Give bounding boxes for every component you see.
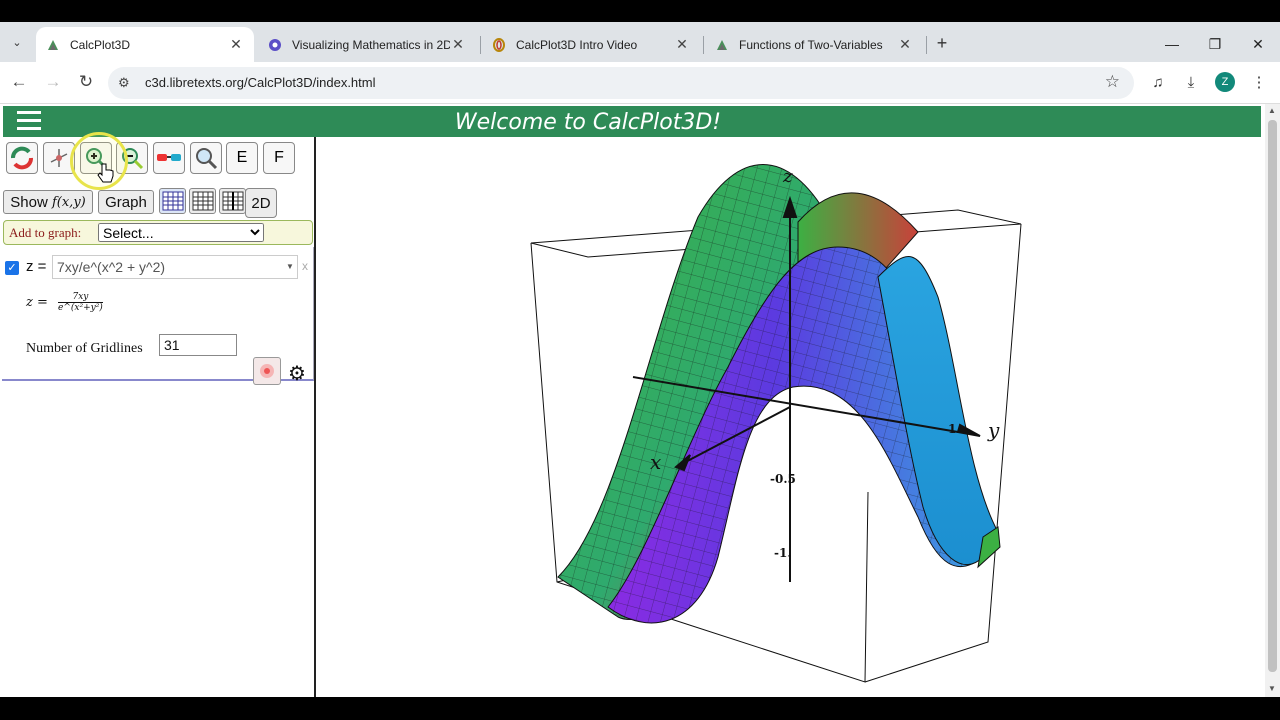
grid-axes-icon bbox=[222, 191, 243, 211]
reset-icon bbox=[11, 146, 33, 170]
tab-calcplot3d-intro-video[interactable]: CalcPlot3D Intro Video ✕ bbox=[482, 27, 700, 62]
hand-cursor-icon bbox=[97, 163, 114, 183]
profile-avatar[interactable]: Z bbox=[1215, 72, 1235, 92]
page-scrollbar[interactable]: ▲ ▼ bbox=[1265, 104, 1280, 697]
bottom-letterbox bbox=[0, 697, 1280, 720]
add-to-graph-select[interactable]: Select... bbox=[98, 223, 264, 242]
add-to-graph-label: Add to graph: bbox=[9, 225, 82, 240]
tab-title: Visualizing Mathematics in 2D & bbox=[292, 37, 450, 52]
page-content: Welcome to CalcPlot3D! E F Show f(x,y) G… bbox=[0, 104, 1280, 697]
menu-kebab-icon[interactable]: ⋮ bbox=[1248, 72, 1270, 94]
3d-glasses-icon bbox=[157, 154, 181, 161]
table-view-button[interactable] bbox=[159, 188, 186, 214]
tab-strip: ⌄ CalcPlot3D ✕ Visualizing Mathematics i… bbox=[0, 22, 1280, 62]
url-text: c3d.libretexts.org/CalcPlot3D/index.html bbox=[145, 75, 376, 90]
calcplot-icon bbox=[46, 38, 60, 52]
media-controls-icon[interactable]: ♫ bbox=[1147, 72, 1169, 94]
browser-toolbar: ← → ↻ ⚙ c3d.libretexts.org/CalcPlot3D/in… bbox=[0, 62, 1280, 104]
z-tick-label: -0.5 bbox=[770, 472, 796, 486]
grid-button[interactable] bbox=[189, 188, 216, 214]
forward-icon[interactable]: → bbox=[42, 71, 64, 93]
address-bar[interactable]: ⚙ c3d.libretexts.org/CalcPlot3D/index.ht… bbox=[108, 67, 1134, 99]
control-panel: E F Show f(x,y) Graph 2D Add to graph: S… bbox=[0, 137, 316, 697]
page-title: Welcome to CalcPlot3D! bbox=[454, 110, 722, 135]
function-expression-input[interactable]: 7xy/e^(x^2 + y^2) bbox=[52, 255, 298, 279]
rendered-numerator: 7xy bbox=[58, 292, 103, 303]
color-palette-icon bbox=[260, 364, 274, 378]
calcplot-icon bbox=[715, 38, 729, 52]
tab-title: CalcPlot3D bbox=[70, 37, 131, 52]
surface-plot: z y x 1 -0.5 -1. bbox=[530, 164, 1022, 683]
z-tick-label: -1. bbox=[774, 546, 792, 560]
close-tab-icon[interactable]: ✕ bbox=[228, 36, 244, 53]
tab-visualizing-mathematics[interactable]: Visualizing Mathematics in 2D & ✕ bbox=[258, 27, 476, 62]
function-enabled-checkbox[interactable]: ✓ bbox=[5, 261, 19, 275]
minimize-icon[interactable]: — bbox=[1162, 34, 1182, 54]
new-tab-button[interactable]: + bbox=[932, 34, 952, 54]
restore-icon[interactable]: ❐ bbox=[1205, 34, 1225, 54]
rendered-lhs: z = bbox=[26, 295, 48, 310]
rendered-denominator: e^(x²+y²) bbox=[58, 303, 103, 313]
3d-glasses-button[interactable] bbox=[153, 142, 185, 174]
graph-viewport[interactable]: z y x 1 -0.5 -1. bbox=[318, 137, 1263, 697]
rendered-formula: z = 7xy e^(x²+y²) bbox=[26, 292, 103, 313]
opera-icon bbox=[492, 37, 506, 52]
close-window-icon[interactable]: ✕ bbox=[1248, 34, 1268, 54]
grid-axes-button[interactable] bbox=[219, 188, 246, 214]
tab-separator bbox=[480, 36, 481, 54]
z-axis-label: z bbox=[782, 166, 793, 187]
browser-window: ⌄ CalcPlot3D ✕ Visualizing Mathematics i… bbox=[0, 0, 1280, 720]
x-axis-label: x bbox=[650, 450, 661, 474]
fxy-symbol: f(x,y) bbox=[51, 194, 86, 210]
gear-icon[interactable]: ⚙ bbox=[288, 361, 306, 386]
close-tab-icon[interactable]: ✕ bbox=[897, 36, 913, 53]
f-button[interactable]: F bbox=[263, 142, 295, 174]
rendered-fraction: 7xy e^(x²+y²) bbox=[58, 292, 103, 313]
close-tab-icon[interactable]: ✕ bbox=[674, 36, 690, 53]
download-icon[interactable]: ⤓ bbox=[1180, 72, 1202, 94]
rotate-axes-icon bbox=[50, 149, 68, 167]
y-tick-label: 1 bbox=[948, 422, 956, 436]
tab-title: Functions of Two-Variables bbox=[739, 37, 883, 52]
bookmark-star-icon[interactable]: ☆ bbox=[1105, 72, 1120, 92]
graph-button[interactable]: Graph bbox=[98, 190, 154, 214]
close-tab-icon[interactable]: ✕ bbox=[450, 36, 466, 53]
reset-view-button[interactable] bbox=[6, 142, 38, 174]
scroll-down-icon[interactable]: ▼ bbox=[1268, 684, 1276, 693]
gridlines-label: Number of Gridlines bbox=[26, 341, 143, 356]
remove-function-button[interactable]: x bbox=[302, 259, 308, 273]
e-button[interactable]: E bbox=[226, 142, 258, 174]
magnify-button[interactable] bbox=[190, 142, 222, 174]
scroll-up-icon[interactable]: ▲ bbox=[1268, 106, 1276, 115]
app-banner: Welcome to CalcPlot3D! bbox=[3, 106, 1261, 137]
grid-icon bbox=[192, 191, 213, 211]
tab-separator bbox=[703, 36, 704, 54]
y-axis-label: y bbox=[987, 418, 1000, 442]
show-fxy-button[interactable]: Show f(x,y) bbox=[3, 190, 93, 214]
gridlines-input[interactable]: 31 bbox=[159, 334, 237, 356]
magnifier-icon bbox=[196, 148, 218, 170]
scrollbar-thumb[interactable] bbox=[1268, 120, 1277, 672]
show-label: Show bbox=[10, 193, 48, 211]
tab-search-button[interactable]: ⌄ bbox=[5, 30, 29, 54]
tab-separator bbox=[926, 36, 927, 54]
tab-calcplot3d[interactable]: CalcPlot3D ✕ bbox=[36, 27, 254, 62]
color-scheme-button[interactable] bbox=[253, 357, 281, 385]
video-icon bbox=[268, 38, 282, 52]
chevron-down-icon[interactable]: ▼ bbox=[286, 256, 298, 278]
site-info-icon[interactable]: ⚙ bbox=[118, 75, 130, 91]
reload-icon[interactable]: ↻ bbox=[75, 71, 97, 93]
add-to-graph-bar: Add to graph: Select... bbox=[3, 220, 313, 245]
tab-functions-of-two-variables[interactable]: Functions of Two-Variables ✕ bbox=[705, 27, 923, 62]
table-grid-icon bbox=[162, 191, 183, 211]
function-entry-panel: ✓ z = 7xy/e^(x^2 + y^2) ▼ x z = 7xy e^(x… bbox=[2, 247, 314, 385]
tab-title: CalcPlot3D Intro Video bbox=[516, 37, 638, 52]
z-equals-label: z = bbox=[26, 258, 47, 275]
back-icon[interactable]: ← bbox=[8, 71, 30, 93]
2d-mode-button[interactable]: 2D bbox=[245, 188, 277, 218]
